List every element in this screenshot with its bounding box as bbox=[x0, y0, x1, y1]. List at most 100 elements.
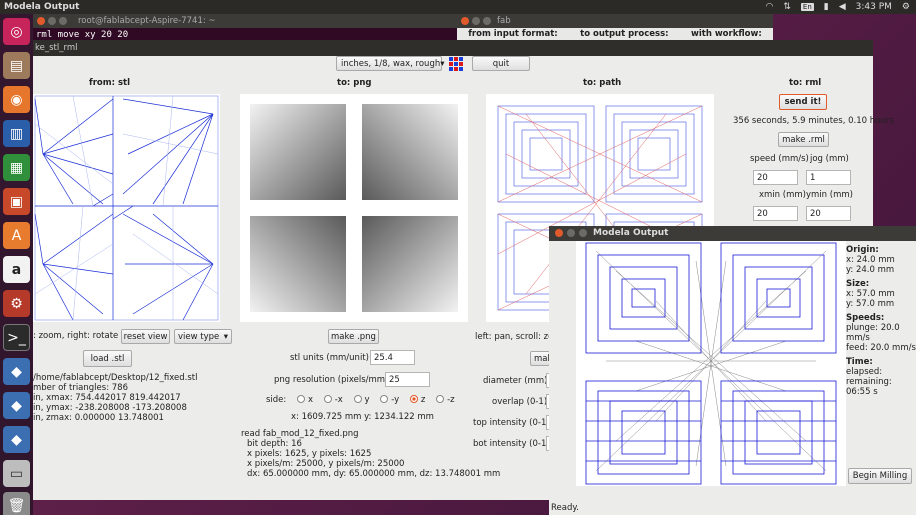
png-heightmap-canvas bbox=[250, 104, 458, 312]
stl-view[interactable] bbox=[33, 94, 220, 322]
ymin-input[interactable]: 20 bbox=[806, 206, 851, 221]
output-process-heading: to output process: bbox=[580, 29, 669, 39]
size-heading: Size: bbox=[846, 279, 870, 289]
side-neg-x-label: -x bbox=[334, 395, 343, 405]
stl-units-input[interactable]: 25.4 bbox=[370, 350, 415, 365]
side-radio-neg-z[interactable] bbox=[436, 395, 445, 403]
terminal-icon[interactable]: >_ bbox=[3, 324, 30, 351]
impress-icon[interactable]: ▣ bbox=[3, 188, 30, 215]
stl-file-path: /home/fablabcept/Desktop/12_fixed.stl bbox=[33, 373, 198, 383]
transfer-icon[interactable]: ⇅ bbox=[783, 2, 791, 12]
speed-input[interactable]: 20 bbox=[753, 170, 798, 185]
trash-icon[interactable]: 🗑 bbox=[3, 492, 30, 515]
files-icon[interactable]: ▤ bbox=[3, 52, 30, 79]
launcher: ◎ ▤ ◉ ▥ ▦ ▣ A a ⚙ >_ ◆ ◆ ◆ ▭ 🗑 bbox=[0, 14, 33, 515]
send-it-button[interactable]: send it! bbox=[779, 94, 827, 110]
make-png-button[interactable]: make .png bbox=[328, 329, 379, 344]
top-intensity-label: top intensity (0-1) bbox=[473, 418, 550, 428]
side-radio-neg-y[interactable] bbox=[380, 395, 389, 403]
stl-heading: from: stl bbox=[89, 78, 130, 88]
png-info: read fab_mod_12_fixed.png bit depth: 16 … bbox=[241, 429, 500, 479]
power-gear-icon[interactable]: ⚙ bbox=[902, 2, 910, 12]
maximize-icon[interactable] bbox=[579, 229, 587, 237]
side-radio-neg-x[interactable] bbox=[323, 395, 332, 403]
workflow-select[interactable]: inches, 1/8, wax, rough ▾ bbox=[336, 56, 445, 71]
reset-view-button[interactable]: reset view bbox=[121, 329, 170, 344]
disk-icon[interactable]: ▭ bbox=[3, 460, 30, 487]
png-cursor-coords: x: 1609.725 mm y: 1234.122 mm bbox=[291, 412, 434, 422]
ubuntu-dash-icon[interactable]: ◎ bbox=[3, 18, 30, 45]
quit-button[interactable]: quit bbox=[472, 56, 530, 71]
keyboard-layout-indicator[interactable]: En bbox=[800, 3, 814, 11]
maximize-icon[interactable] bbox=[59, 17, 67, 25]
load-stl-button[interactable]: load .stl bbox=[83, 350, 132, 367]
close-icon[interactable] bbox=[555, 229, 563, 237]
clock[interactable]: 3:43 PM bbox=[856, 2, 892, 12]
side-radio-z[interactable] bbox=[409, 395, 418, 403]
feed-speed: feed: 20.0 mm/s bbox=[846, 343, 916, 353]
writer-icon[interactable]: ▥ bbox=[3, 120, 30, 147]
wifi-icon[interactable]: ◠ bbox=[766, 2, 774, 12]
view-type-value: view type bbox=[178, 331, 220, 342]
png-resolution-input[interactable]: 25 bbox=[385, 372, 430, 387]
stl-mesh-canvas bbox=[34, 95, 219, 321]
terminal-titlebar[interactable]: root@fablabcept-Aspire-7741: ~ bbox=[33, 14, 465, 28]
python-icon[interactable]: ◆ bbox=[3, 358, 30, 385]
firefox-icon[interactable]: ◉ bbox=[3, 86, 30, 113]
xmin-label: xmin (mm) bbox=[759, 190, 806, 200]
fab-title: fab bbox=[497, 16, 511, 26]
calc-icon[interactable]: ▦ bbox=[3, 154, 30, 181]
python-icon[interactable]: ◆ bbox=[3, 392, 30, 419]
software-center-icon[interactable]: A bbox=[3, 222, 30, 249]
fab-titlebar[interactable]: fab bbox=[457, 14, 773, 28]
png-resolution-label: png resolution (pixels/mm): bbox=[274, 375, 392, 385]
modela-output-window[interactable]: Modela Output Origin: x: 24.0 mm y: 24.0… bbox=[549, 226, 916, 515]
overlap-label: overlap (0-1) bbox=[492, 397, 548, 407]
volume-icon[interactable]: ◀ bbox=[839, 2, 846, 12]
minimize-icon[interactable] bbox=[567, 229, 575, 237]
status-bar: Ready. bbox=[551, 503, 579, 513]
minimize-icon[interactable] bbox=[48, 17, 56, 25]
png-pixels-per-m: x pixels/m: 25000, y pixels/m: 25000 bbox=[247, 459, 405, 469]
close-icon[interactable] bbox=[461, 17, 469, 25]
maximize-icon[interactable] bbox=[483, 17, 491, 25]
modela-title: Modela Output bbox=[593, 228, 669, 238]
workflow-select-value: inches, 1/8, wax, rough bbox=[341, 58, 441, 69]
side-z-label: z bbox=[420, 395, 426, 405]
main-titlebar[interactable]: ke_stl_rml bbox=[33, 40, 873, 56]
time-estimate: 356 seconds, 5.9 minutes, 0.10 hours bbox=[733, 116, 894, 126]
begin-milling-button[interactable]: Begin Milling bbox=[848, 468, 912, 484]
make-path-button[interactable]: mak bbox=[530, 351, 550, 366]
origin-y: y: 24.0 mm bbox=[846, 265, 895, 275]
amazon-icon[interactable]: a bbox=[3, 256, 30, 283]
stl-x-range: in, xmax: 754.442017 819.442017 bbox=[33, 393, 181, 403]
close-icon[interactable] bbox=[37, 17, 45, 25]
settings-icon[interactable]: ⚙ bbox=[3, 290, 30, 317]
side-y-label: y bbox=[364, 395, 370, 405]
make-rml-button[interactable]: make .rml bbox=[778, 132, 829, 147]
side-neg-y-label: -y bbox=[391, 395, 400, 405]
minimize-icon[interactable] bbox=[472, 17, 480, 25]
modela-titlebar[interactable]: Modela Output bbox=[549, 226, 916, 241]
milling-info: Origin: x: 24.0 mm y: 24.0 mm Size: x: 5… bbox=[846, 241, 916, 397]
jog-input[interactable]: 1 bbox=[806, 170, 851, 185]
ymin-label: ymin (mm) bbox=[806, 190, 853, 200]
jog-label: jog (mm) bbox=[810, 154, 849, 164]
speeds-heading: Speeds: bbox=[846, 313, 885, 323]
top-panel: Modela Output ◠ ⇅ En ▮ ◀ 3:43 PM ⚙ bbox=[0, 0, 916, 14]
png-preview[interactable] bbox=[240, 94, 468, 322]
png-dimensions: dx: 65.000000 mm, dy: 65.000000 mm, dz: … bbox=[247, 469, 501, 479]
xmin-input[interactable]: 20 bbox=[753, 206, 798, 221]
view-type-select[interactable]: view type ▾ bbox=[174, 329, 232, 344]
stl-z-range: in, zmax: 0.000000 13.748001 bbox=[33, 413, 164, 423]
python-icon[interactable]: ◆ bbox=[3, 426, 30, 453]
color-grid-icon[interactable] bbox=[449, 57, 463, 71]
side-radio-x[interactable] bbox=[296, 395, 305, 403]
battery-icon[interactable]: ▮ bbox=[824, 2, 829, 12]
active-app-name: Modela Output bbox=[4, 2, 80, 12]
milling-preview[interactable] bbox=[576, 241, 846, 486]
side-radio-y[interactable] bbox=[353, 395, 362, 403]
png-pixels: x pixels: 1625, y pixels: 1625 bbox=[247, 449, 372, 459]
input-format-heading: from input format: bbox=[468, 29, 558, 39]
origin-heading: Origin: bbox=[846, 245, 879, 255]
